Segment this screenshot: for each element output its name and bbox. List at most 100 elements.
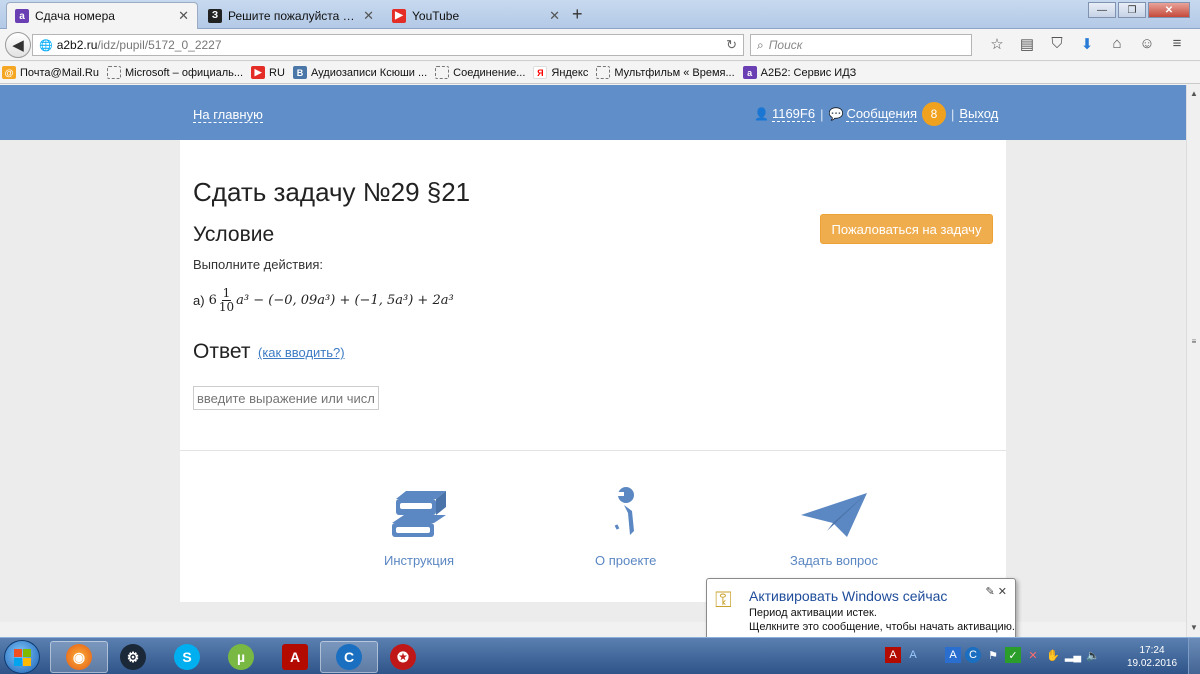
taskbar-game[interactable]: ✪ bbox=[374, 641, 432, 673]
download-icon[interactable]: ⬇ bbox=[1072, 35, 1102, 53]
expr-rest: a³ − (−0, 09a³) + (−1, 5a³) + 2a³ bbox=[236, 292, 454, 308]
acrobat-icon: A bbox=[282, 644, 308, 670]
howto-link[interactable]: (как вводить?) bbox=[258, 345, 345, 360]
taskbar-skype[interactable]: S bbox=[158, 641, 216, 673]
menu-icon[interactable]: ≡ bbox=[1162, 35, 1192, 53]
taskbar-utorrent[interactable]: µ bbox=[212, 641, 270, 673]
search-input[interactable]: ⌕ Поиск bbox=[750, 34, 972, 56]
acrobat-tray-icon[interactable]: A bbox=[885, 647, 901, 663]
volume-icon[interactable]: 🔈 bbox=[1085, 647, 1101, 663]
reading-list-icon[interactable]: ▤ bbox=[1012, 35, 1042, 53]
notification-line1: Период активации истек. bbox=[749, 607, 877, 619]
yandex-icon: Я bbox=[533, 66, 548, 79]
star-icon[interactable]: ☆ bbox=[982, 35, 1012, 53]
bookmark-label: Соединение... bbox=[453, 66, 526, 79]
reload-icon[interactable]: ↻ bbox=[726, 37, 737, 53]
network-error-icon[interactable]: ✕ bbox=[1025, 647, 1041, 663]
bookmark-label: Яндекс bbox=[551, 66, 589, 79]
instruction-label: Инструкция bbox=[384, 553, 454, 568]
messages-link[interactable]: Сообщения bbox=[846, 106, 917, 122]
bookmark-item[interactable]: ▶ RU bbox=[251, 66, 285, 79]
url-path: /idz/pupil/5172_0_2227 bbox=[97, 38, 222, 52]
home-link[interactable]: На главную bbox=[193, 107, 263, 123]
bookmark-label: А2Б2: Сервис ИДЗ bbox=[760, 66, 857, 79]
new-tab-button[interactable]: + bbox=[572, 4, 583, 25]
notification-close-icon[interactable]: ✎ ✕ bbox=[986, 585, 1008, 598]
site-header: На главную 👤 1169F6 | 💬 Сообщения 8 | Вы… bbox=[0, 85, 1186, 140]
bookmark-item[interactable]: Мультфильм « Время... bbox=[596, 66, 735, 79]
taskbar-steam[interactable]: ⚙ bbox=[104, 641, 162, 673]
scroll-up-icon[interactable]: ▲ bbox=[1187, 89, 1200, 98]
show-desktop-button[interactable] bbox=[1188, 638, 1200, 674]
close-icon[interactable]: ✕ bbox=[363, 8, 374, 24]
windows-activation-notification[interactable]: ⚿ Активировать Windows сейчас Период акт… bbox=[706, 578, 1016, 640]
taskbar-acrobat[interactable]: A bbox=[266, 641, 324, 673]
taskbar-firefox[interactable]: ◉ bbox=[50, 641, 108, 673]
hand-tray-icon[interactable]: ✋ bbox=[1045, 647, 1061, 663]
page-scrollbar[interactable]: ▲ ≡ ▼ bbox=[1186, 85, 1200, 637]
start-button[interactable] bbox=[4, 640, 40, 674]
system-tray: A A A C ⚑ ✓ ✕ ✋ ▂▄ 🔈 bbox=[885, 647, 1105, 663]
browser-tab-bar: a Сдача номера ✕ З Решите пожалуйста оче… bbox=[0, 0, 1200, 29]
system-clock[interactable]: 17:24 19.02.2016 bbox=[1124, 644, 1180, 670]
clock-time: 17:24 bbox=[1139, 645, 1165, 656]
bookmark-item[interactable]: Я Яндекс bbox=[533, 66, 588, 79]
windows-logo-icon bbox=[14, 649, 31, 666]
app-tray-icon[interactable]: A bbox=[945, 647, 961, 663]
tab-title: Сдача номера bbox=[35, 9, 115, 23]
tab-reshite[interactable]: З Решите пожалуйста очен... ✕ bbox=[200, 2, 382, 29]
answer-input[interactable] bbox=[193, 386, 379, 410]
expr-label: а) bbox=[193, 292, 205, 308]
ask-question-link[interactable]: Задать вопрос bbox=[790, 485, 878, 568]
paper-plane-icon bbox=[800, 493, 867, 537]
ask-question-label: Задать вопрос bbox=[790, 553, 878, 568]
page-icon bbox=[107, 66, 121, 79]
restore-button[interactable]: ❐ bbox=[1118, 2, 1146, 18]
complain-button[interactable]: Пожаловаться на задачу bbox=[820, 214, 993, 244]
logout-link[interactable]: Выход bbox=[959, 106, 999, 122]
taskbar-ccleaner[interactable]: C bbox=[320, 641, 378, 673]
signal-icon[interactable]: ▂▄ bbox=[1065, 647, 1081, 663]
chat-icon[interactable]: ☺ bbox=[1132, 35, 1162, 53]
firefox-icon: ◉ bbox=[66, 644, 92, 670]
ccleaner-tray-icon[interactable]: C bbox=[965, 647, 981, 663]
minimize-button[interactable]: — bbox=[1088, 2, 1116, 18]
search-placeholder: Поиск bbox=[768, 38, 803, 52]
bookmarks-bar: @ Почта@Mail.Ru Microsoft – официаль... ▶… bbox=[0, 62, 1200, 84]
separator: | bbox=[820, 106, 824, 122]
tab-youtube[interactable]: ▶ YouTube ✕ bbox=[384, 2, 568, 29]
home-icon[interactable]: ⌂ bbox=[1102, 35, 1132, 53]
keyboard-icon[interactable]: A bbox=[905, 647, 921, 663]
flag-tray-icon[interactable]: ⚑ bbox=[985, 647, 1001, 663]
close-icon[interactable]: ✕ bbox=[178, 8, 189, 24]
bookmark-item[interactable]: В Аудиозаписи Ксюши ... bbox=[292, 66, 427, 79]
close-icon[interactable]: ✕ bbox=[549, 8, 560, 24]
answer-heading: Ответ bbox=[193, 340, 251, 363]
back-button[interactable]: ◀ bbox=[5, 32, 31, 58]
user-link[interactable]: 1169F6 bbox=[771, 106, 816, 122]
pocket-icon[interactable]: ⛉ bbox=[1042, 35, 1072, 53]
bookmark-item[interactable]: a А2Б2: Сервис ИДЗ bbox=[742, 66, 857, 79]
znanija-icon: З bbox=[208, 8, 222, 23]
bookmark-item[interactable]: @ Почта@Mail.Ru bbox=[2, 66, 99, 79]
window-close-button[interactable]: ✕ bbox=[1148, 2, 1190, 18]
about-link[interactable]: О проекте bbox=[595, 485, 656, 568]
youtube-icon: ▶ bbox=[251, 66, 266, 79]
tab-sdacha-nomera[interactable]: a Сдача номера ✕ bbox=[6, 2, 198, 29]
skype-icon: S bbox=[174, 644, 200, 670]
user-area: 👤 1169F6 | 💬 Сообщения 8 | Выход bbox=[754, 102, 999, 126]
navigation-bar: ◀ 🌐 a2b2.ru/idz/pupil/5172_0_2227 ↻ ⌕ По… bbox=[0, 29, 1200, 61]
scroll-down-icon[interactable]: ▼ bbox=[1187, 623, 1200, 632]
instruction-link[interactable]: Инструкция bbox=[384, 485, 454, 568]
ccleaner-icon: C bbox=[336, 644, 362, 670]
bookmark-label: Мультфильм « Время... bbox=[614, 66, 735, 79]
task-card: Сдать задачу №29 §21 Условие Выполните д… bbox=[180, 140, 1006, 602]
scroll-grip-icon[interactable]: ≡ bbox=[1187, 337, 1200, 346]
page-icon bbox=[596, 66, 611, 79]
check-tray-icon[interactable]: ✓ bbox=[1005, 647, 1021, 663]
messages-count-badge[interactable]: 8 bbox=[922, 102, 946, 126]
bookmark-item[interactable]: Соединение... bbox=[435, 66, 525, 79]
bookmark-item[interactable]: Microsoft – официаль... bbox=[107, 66, 243, 79]
address-bar[interactable]: 🌐 a2b2.ru/idz/pupil/5172_0_2227 ↻ bbox=[32, 34, 744, 56]
mailru-icon: @ bbox=[2, 66, 16, 79]
